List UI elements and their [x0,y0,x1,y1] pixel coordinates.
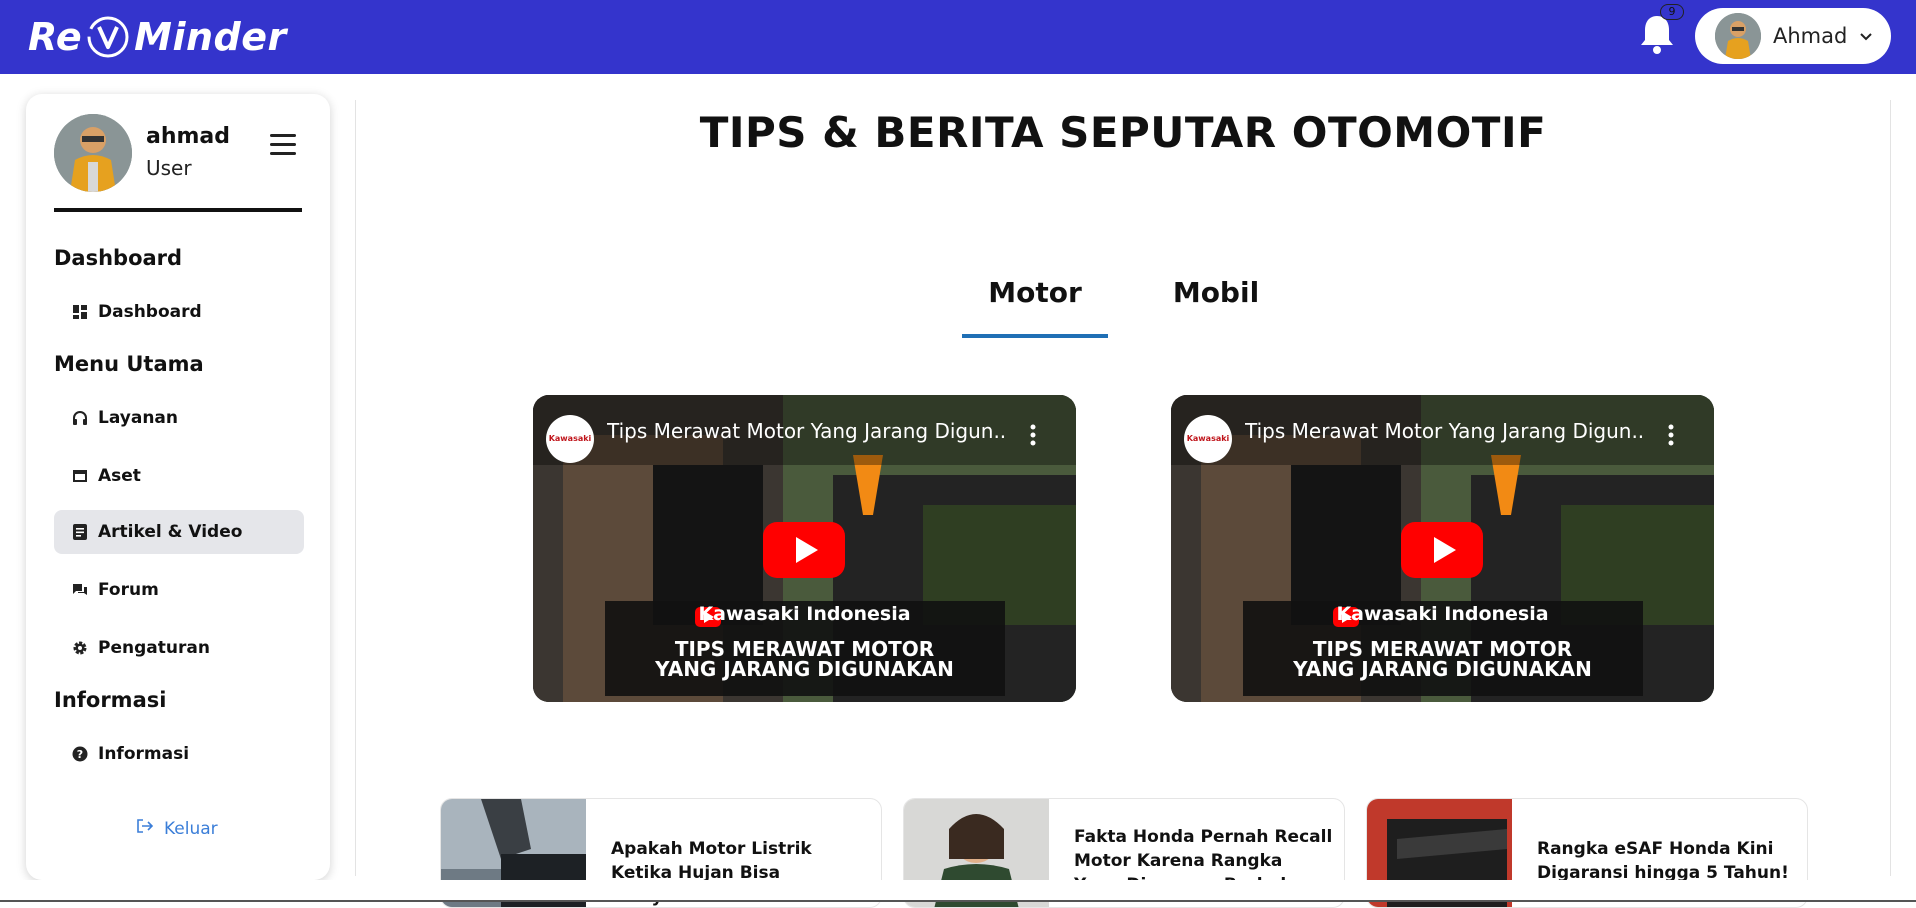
article-title: Rangka eSAF Honda Kini Digaransi hingga … [1537,839,1789,883]
content-divider-left [355,100,356,876]
article-icon [72,524,88,540]
sidebar-item-informasi[interactable]: ? Informasi [54,732,304,776]
sidebar-item-label: Informasi [98,744,190,764]
dashboard-icon [72,304,88,320]
top-navbar: Re Minder 9 Ahmad [0,0,1916,74]
video-channel: Kawasaki Indonesia [698,603,911,625]
logo-text-left: Re [28,15,83,59]
sidebar-item-label: Forum [98,580,159,600]
question-icon: ? [72,746,88,762]
video-channel: Kawasaki Indonesia [1336,603,1549,625]
page-title: TIPS & BERITA SEPUTAR OTOMOTIF [699,108,1547,157]
user-avatar [1715,13,1761,59]
sidebar-item-pengaturan[interactable]: Pengaturan [54,626,304,670]
logo-v-icon [86,15,130,59]
video-caption-line2: YANG JARANG DIGUNAKAN [1293,657,1592,681]
profile-avatar [54,114,132,192]
app-logo[interactable]: Re Minder [28,10,287,64]
chevron-down-icon [1859,29,1873,43]
video-player[interactable]: Kawasaki Tips Merawat Motor Yang Jarang … [1171,395,1714,702]
window-icon [72,468,88,484]
sidebar: ahmad User Dashboard Dashboard Menu Utam… [26,94,330,880]
user-name: Ahmad [1773,24,1848,48]
tab-mobil[interactable]: Mobil [1156,276,1276,309]
profile-role: User [146,156,192,180]
sidebar-item-layanan[interactable]: Layanan [54,396,304,440]
sidebar-item-dashboard[interactable]: Dashboard [54,290,304,334]
logout-icon [136,818,154,839]
channel-logo[interactable]: Kawasaki [1184,415,1232,463]
sidebar-item-label: Aset [98,466,141,486]
profile-name: ahmad [146,124,231,149]
video-caption-line2: YANG JARANG DIGUNAKAN [655,657,954,681]
section-title-menu-utama: Menu Utama [54,352,204,376]
sidebar-item-label: Artikel & Video [98,522,243,542]
svg-text:?: ? [77,748,83,761]
hamburger-menu-icon[interactable] [270,134,298,158]
section-title-dashboard: Dashboard [54,246,183,270]
notification-count-badge: 9 [1660,4,1684,20]
profile-divider [54,208,302,212]
sidebar-item-label: Layanan [98,408,179,428]
gear-icon [72,640,88,656]
viewport-bottom-mask [0,880,1916,902]
chat-icon [72,582,88,598]
logout-button[interactable]: Keluar [136,818,218,839]
video-title[interactable]: Tips Merawat Motor Yang Jarang Digun... [607,419,1007,443]
logout-label: Keluar [164,818,218,839]
sidebar-item-label: Dashboard [98,302,202,322]
content-divider-right [1890,100,1891,876]
user-menu-button[interactable]: Ahmad [1695,8,1891,64]
video-title[interactable]: Tips Merawat Motor Yang Jarang Digun... [1245,419,1645,443]
video-player[interactable]: Kawasaki Tips Merawat Motor Yang Jarang … [533,395,1076,702]
sidebar-item-aset[interactable]: Aset [54,454,304,498]
sidebar-item-artikel-video[interactable]: Artikel & Video [54,510,304,554]
channel-logo[interactable]: Kawasaki [546,415,594,463]
sidebar-item-label: Pengaturan [98,638,210,658]
tab-motor[interactable]: Motor [962,276,1108,338]
sidebar-item-forum[interactable]: Forum [54,568,304,612]
headphones-icon [72,410,88,426]
logo-text-right: Minder [134,15,287,59]
section-title-informasi: Informasi [54,688,167,712]
